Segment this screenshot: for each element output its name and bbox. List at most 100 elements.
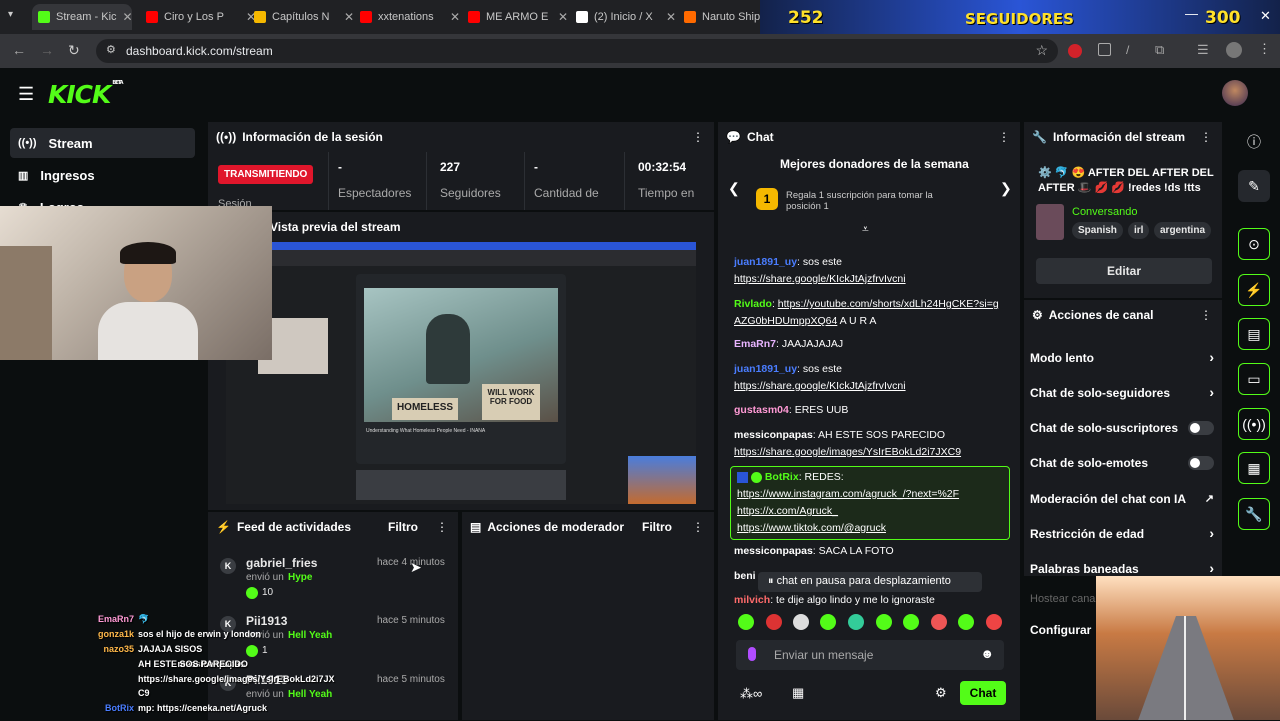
emote-icon[interactable] [931,614,947,630]
edit-stream-button[interactable]: Editar [1036,258,1212,284]
url-field[interactable]: ⚙ dashboard.kick.com/stream ☆ [96,39,1058,63]
mouse-cursor-icon: ➤ [410,559,422,575]
feed-user[interactable]: gabriel_fries [246,556,317,570]
tab-item[interactable]: ME ARMO E ✕ [468,6,568,28]
emote-icon[interactable] [793,614,809,630]
session-menu-icon[interactable]: ⋮ [692,130,704,144]
user-avatar[interactable] [1222,80,1248,106]
session-info-title: Información de la sesión [242,130,383,144]
tab-item[interactable]: Ciro y Los P ✕ [146,6,256,28]
edit-pencil-icon[interactable]: ✎ [1238,170,1270,202]
tab-search-button[interactable]: ▾ [8,9,13,20]
close-tab-icon[interactable]: ✕ [666,10,676,24]
chat-input[interactable]: Enviar un mensaje ☻ [736,640,1004,670]
reload-icon[interactable]: ↻ [68,42,80,59]
top-donors-title: Mejores donadores de la semana [780,157,969,171]
sidebar-item-stream[interactable]: ((•)) Stream [10,128,195,158]
botrix-message: BotRix: REDES: https://www.instagram.com… [730,466,1010,540]
tab-item[interactable]: xxtenations ✕ [360,6,460,28]
embedded-video-card: HOMELESS WILL WORK FOR FOOD Understandin… [356,274,566,464]
lightning-icon[interactable]: ⚡ [1238,274,1270,306]
emotes-only-toggle[interactable] [1188,456,1214,470]
info-icon[interactable]: ⓘ [1238,126,1270,158]
stream-preview-video[interactable]: HOMELESS WILL WORK FOR FOOD Understandin… [226,242,696,504]
profile-avatar[interactable] [1226,42,1242,58]
microphone-icon[interactable] [748,647,756,661]
reading-list-icon[interactable]: ☰ [1197,42,1209,58]
sidebar-item-ingresos[interactable]: ▥ Ingresos [10,160,195,190]
bookmark-star-icon[interactable]: ☆ [1035,42,1048,59]
close-tab-icon[interactable]: ✕ [450,10,460,24]
tab-item[interactable]: (2) Inicio / X ✕ [576,6,676,28]
close-window-icon[interactable]: ✕ [1260,8,1271,24]
emoji-picker-icon[interactable]: ☻ [980,646,994,661]
forward-icon[interactable]: → [40,42,54,58]
close-tab-icon[interactable]: ✕ [558,10,568,24]
layout-icon[interactable]: ▦ [1238,452,1270,484]
tab-kick-stream[interactable]: Stream - Kic ✕ [32,4,132,30]
slow-mode-row[interactable]: Modo lento › [1030,349,1220,365]
chat-icon[interactable]: ▭ [1238,363,1270,395]
camera-icon[interactable]: ⊙ [1238,228,1270,260]
stream-preview-title: Vista previa del stream [270,220,401,234]
beta-badge: BETA [112,80,123,86]
tab-item[interactable]: Capítulos N ✕ [254,6,354,28]
subscribers-only-toggle[interactable] [1188,421,1214,435]
tab-item[interactable]: Naruto Ship [684,6,764,28]
emote-icon[interactable] [738,614,754,630]
browser-menu-icon[interactable]: ⋮ [1258,41,1271,57]
age-restriction-row[interactable]: Restricción de edad › [1030,525,1220,541]
store-icon[interactable]: ▦ [792,685,804,701]
stream-info-menu-icon[interactable]: ⋮ [1200,130,1212,144]
close-tab-icon[interactable]: ✕ [123,10,132,24]
hamburger-menu-icon[interactable]: ☰ [18,84,34,105]
kicks-balance-icon[interactable]: ⁂∞ [740,686,762,702]
followers-only-row[interactable]: Chat de solo-seguidores › [1030,384,1220,400]
kick-logo[interactable]: KICK BETA [48,80,124,109]
emote-icon[interactable] [766,614,782,630]
wrench-icon[interactable]: 🔧 [1238,498,1270,530]
chat-menu-icon[interactable]: ⋮ [998,130,1010,144]
next-arrow-icon[interactable]: ❯ [1000,180,1012,197]
document-icon[interactable]: ▤ [1238,318,1270,350]
follower-count-current: 252 [788,8,824,28]
feed-menu-icon[interactable]: ⋮ [436,520,448,534]
extension-icon[interactable]: / [1126,43,1129,57]
subscribers-only-row[interactable]: Chat de solo-suscriptores [1030,421,1220,435]
chat-paused-banner[interactable]: ⏸ chat en pausa para desplazamiento [758,572,982,592]
stream-tag[interactable]: argentina [1154,222,1212,239]
feed-action: envió un [246,572,284,583]
emote-icon[interactable] [820,614,836,630]
send-chat-button[interactable]: Chat [960,681,1006,705]
stream-info-title: Información del stream [1052,130,1185,144]
emote-icon[interactable] [848,614,864,630]
kick-badge-icon: K [220,558,236,574]
emotes-only-row[interactable]: Chat de solo-emotes [1030,456,1220,470]
channel-actions-menu-icon[interactable]: ⋮ [1200,308,1212,322]
prev-arrow-icon[interactable]: ❮ [728,180,740,197]
adblock-extension-icon[interactable] [1068,44,1082,58]
stream-category[interactable]: Conversando [1072,206,1137,218]
broadcast-icon[interactable]: ((•)) [1238,408,1270,440]
emote-icon[interactable] [986,614,1002,630]
stream-tag[interactable]: Spanish [1072,222,1123,239]
moderator-menu-icon[interactable]: ⋮ [692,520,704,534]
stream-tag[interactable]: irl [1128,222,1150,239]
extensions-puzzle-icon[interactable]: ⧉ [1155,42,1164,58]
emote-icon[interactable] [876,614,892,630]
bot-badge-icon [737,471,748,483]
moderator-filter-button[interactable]: Filtro [642,520,672,534]
chat-settings-gear-icon[interactable]: ⚙ [935,685,947,701]
site-info-icon[interactable]: ⚙ [106,43,116,56]
follower-goal-overlay: 252 SEGUIDORES 300 — ✕ [760,0,1280,34]
extension-icon[interactable] [1098,43,1111,56]
external-link-icon: ↗ [1204,493,1214,505]
feed-filter-button[interactable]: Filtro [388,520,418,534]
banned-words-row[interactable]: Palabras baneadas › [1030,560,1220,576]
minimize-window-icon[interactable]: — [1185,6,1198,21]
ai-moderation-row[interactable]: Moderación del chat con IA ↗ [1030,492,1220,506]
emote-icon[interactable] [958,614,974,630]
back-icon[interactable]: ← [12,42,26,58]
close-tab-icon[interactable]: ✕ [344,10,354,24]
emote-icon[interactable] [903,614,919,630]
